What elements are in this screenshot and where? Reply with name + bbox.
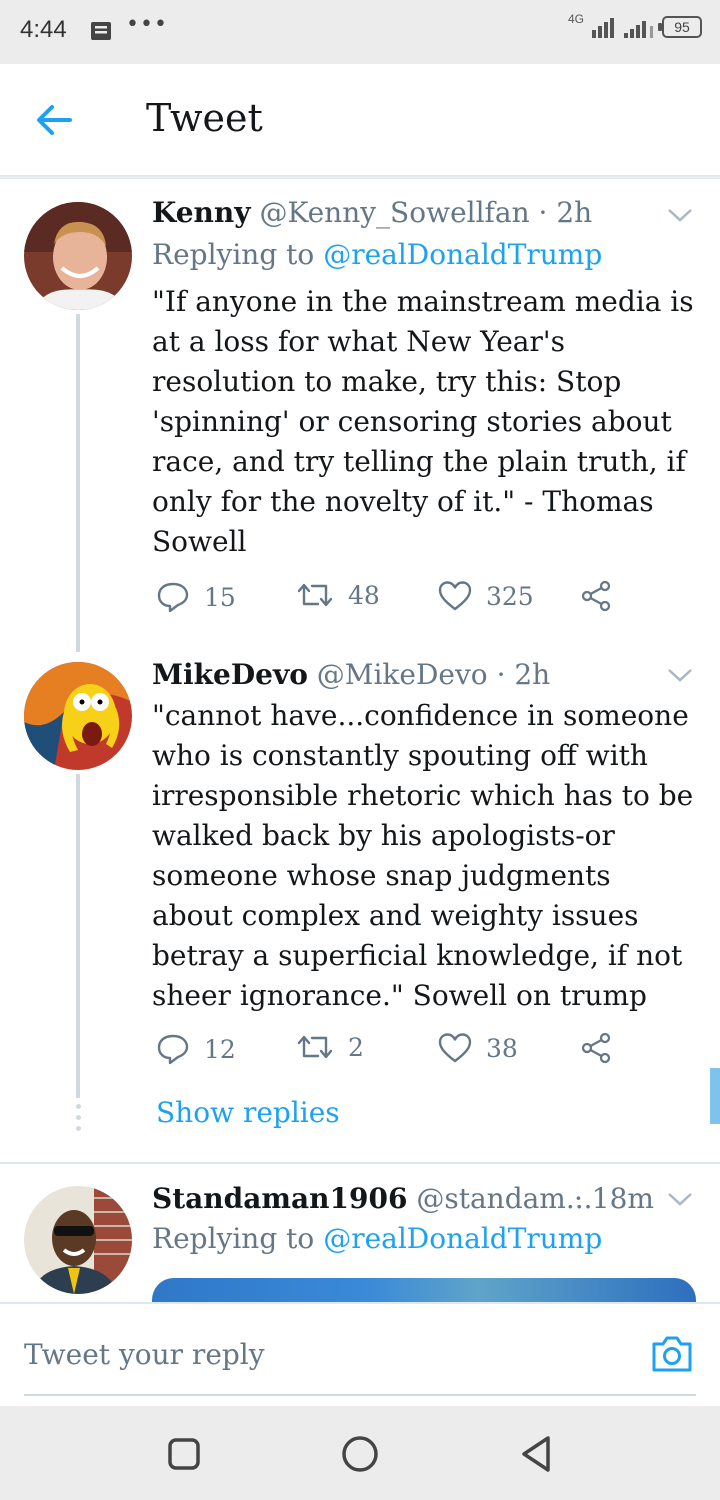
reply-input-underline (24, 1394, 696, 1396)
replying-to: Replying to @realDonaldTrump (152, 1222, 602, 1255)
nav-home-icon[interactable] (340, 1434, 380, 1474)
tweet-time: · 18m (574, 1182, 654, 1215)
reply-composer: Tweet your reply (0, 1302, 720, 1406)
reply-input[interactable]: Tweet your reply (24, 1338, 265, 1371)
chevron-down-icon[interactable] (666, 1190, 694, 1208)
tweet-header: Standaman1906 @standam... (152, 1182, 593, 1215)
nav-recents-icon[interactable] (164, 1434, 204, 1474)
system-nav-bar (0, 1406, 720, 1500)
replying-prefix: Replying to (152, 1222, 315, 1255)
nav-back-icon[interactable] (516, 1434, 556, 1474)
author-handle[interactable]: @standam... (416, 1182, 592, 1215)
tweet-standaman[interactable]: Standaman1906 @standam... · 18m Replying… (0, 0, 720, 1338)
replying-mention-link[interactable]: @realDonaldTrump (323, 1222, 602, 1255)
author-name[interactable]: Standaman1906 (152, 1182, 407, 1215)
avatar[interactable] (24, 1186, 132, 1294)
camera-icon[interactable] (650, 1334, 694, 1374)
